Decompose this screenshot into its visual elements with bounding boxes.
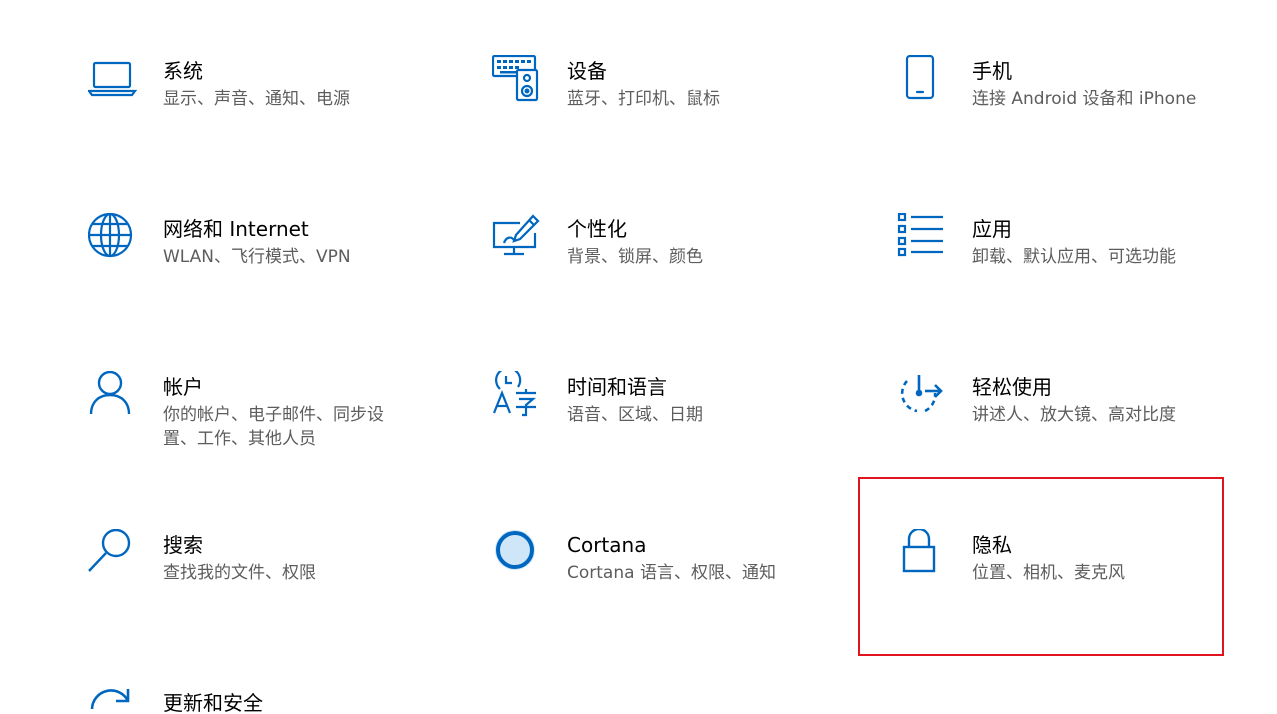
settings-tile-time-language[interactable]: 时间和语言 语音、区域、日期 bbox=[492, 371, 872, 491]
settings-tile-title: 网络和 Internet bbox=[163, 217, 309, 241]
settings-tile-desc: 讲述人、放大镜、高对比度 bbox=[972, 405, 1176, 425]
monitor-pen-icon bbox=[492, 213, 542, 263]
globe-icon bbox=[88, 213, 138, 263]
keyboard-speaker-icon bbox=[492, 55, 542, 105]
settings-tile-desc: 位置、相机、麦克风 bbox=[972, 563, 1125, 583]
settings-home: 系统 显示、声音、通知、电源 设备 蓝牙、打印机、鼠标 手机 连接 Androi… bbox=[0, 0, 1277, 714]
settings-tile-system[interactable]: 系统 显示、声音、通知、电源 bbox=[88, 55, 468, 175]
phone-icon bbox=[897, 55, 947, 105]
settings-tile-network[interactable]: 网络和 Internet WLAN、飞行模式、VPN bbox=[88, 213, 468, 333]
settings-tile-apps[interactable]: 应用 卸载、默认应用、可选功能 bbox=[897, 213, 1277, 333]
lock-icon bbox=[897, 529, 947, 579]
settings-tile-desc: 连接 Android 设备和 iPhone bbox=[972, 89, 1197, 109]
cortana-ring-icon bbox=[492, 529, 542, 579]
settings-tile-personalization[interactable]: 个性化 背景、锁屏、颜色 bbox=[492, 213, 872, 333]
settings-tile-desc: Cortana 语言、权限、通知 bbox=[567, 563, 776, 583]
refresh-icon bbox=[88, 687, 138, 714]
settings-tile-desc: 背景、锁屏、颜色 bbox=[567, 247, 703, 267]
settings-tile-privacy[interactable]: 隐私 位置、相机、麦克风 bbox=[897, 529, 1277, 649]
settings-tile-title: 轻松使用 bbox=[972, 375, 1052, 399]
settings-tile-desc: WLAN、飞行模式、VPN bbox=[163, 247, 351, 267]
settings-tile-desc: 蓝牙、打印机、鼠标 bbox=[567, 89, 720, 109]
settings-tile-title: 个性化 bbox=[567, 217, 627, 241]
settings-tile-accounts[interactable]: 帐户 你的帐户、电子邮件、同步设置、工作、其他人员 bbox=[88, 371, 468, 491]
laptop-icon bbox=[88, 55, 138, 105]
settings-tile-search[interactable]: 搜索 查找我的文件、权限 bbox=[88, 529, 468, 649]
settings-tile-title: 帐户 bbox=[163, 375, 203, 399]
settings-tile-title: 应用 bbox=[972, 217, 1012, 241]
time-language-icon bbox=[492, 371, 542, 421]
settings-tile-cortana[interactable]: Cortana Cortana 语言、权限、通知 bbox=[492, 529, 872, 649]
settings-tile-phone[interactable]: 手机 连接 Android 设备和 iPhone bbox=[897, 55, 1277, 175]
settings-tile-desc: 卸载、默认应用、可选功能 bbox=[972, 247, 1176, 267]
search-icon bbox=[88, 529, 138, 579]
ease-of-access-icon bbox=[897, 371, 947, 421]
settings-tile-desc: 查找我的文件、权限 bbox=[163, 563, 316, 583]
settings-tile-ease-of-access[interactable]: 轻松使用 讲述人、放大镜、高对比度 bbox=[897, 371, 1277, 491]
settings-tile-title: 更新和安全 bbox=[163, 691, 263, 714]
apps-list-icon bbox=[897, 213, 947, 263]
person-icon bbox=[88, 371, 138, 421]
settings-tile-title: 设备 bbox=[567, 59, 607, 83]
settings-tile-desc: 你的帐户、电子邮件、同步设置、工作、其他人员 bbox=[163, 405, 384, 449]
settings-tile-title: 时间和语言 bbox=[567, 375, 667, 399]
settings-tile-title: Cortana bbox=[567, 533, 647, 557]
settings-tile-title: 搜索 bbox=[163, 533, 203, 557]
settings-tile-title: 系统 bbox=[163, 59, 203, 83]
settings-tile-devices[interactable]: 设备 蓝牙、打印机、鼠标 bbox=[492, 55, 872, 175]
settings-tile-desc: 语音、区域、日期 bbox=[567, 405, 703, 425]
settings-tile-title: 手机 bbox=[972, 59, 1012, 83]
settings-tile-desc: 显示、声音、通知、电源 bbox=[163, 89, 350, 109]
settings-tile-title: 隐私 bbox=[972, 533, 1012, 557]
settings-tile-update-security[interactable]: 更新和安全 bbox=[88, 687, 468, 714]
